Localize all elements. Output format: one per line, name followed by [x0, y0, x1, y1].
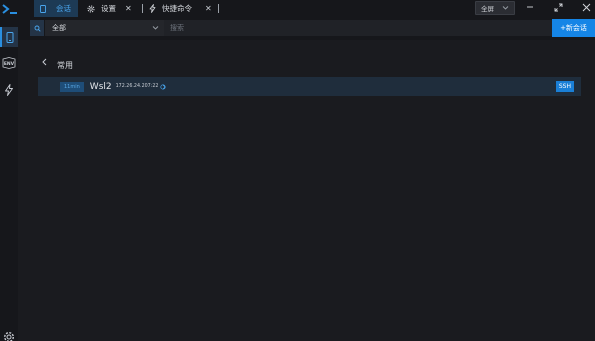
chevron-down-icon — [502, 6, 509, 10]
tab-label: 设置 — [101, 4, 116, 13]
sidebar-sessions-button[interactable] — [0, 27, 18, 47]
tab-label: 快捷命令 — [162, 4, 192, 13]
activity-bar: ENV — [0, 0, 18, 341]
search-button[interactable] — [30, 20, 44, 36]
sidebar-commands-button[interactable] — [0, 80, 18, 100]
new-session-label: +新会话 — [560, 24, 587, 32]
tab-label: 会话 — [56, 4, 71, 13]
sidebar-settings-button[interactable] — [0, 327, 18, 341]
tab-divider — [142, 4, 143, 13]
title-bar: 会话 设置 ✕ 快捷命令 ✕ 全屏 — [18, 0, 595, 17]
session-row[interactable]: 11min Wsl2 172.26.24.207:22 SSH — [38, 77, 581, 96]
env-icon-label: ENV — [4, 61, 15, 67]
chevron-down-icon — [152, 26, 159, 30]
session-host: 172.26.24.207:22 — [115, 84, 159, 89]
lightning-icon — [149, 4, 156, 13]
close-icon — [582, 3, 590, 11]
gear-icon — [87, 5, 95, 13]
restore-icon — [554, 3, 562, 11]
chevron-left-icon — [42, 58, 47, 66]
search-icon — [34, 25, 41, 32]
new-session-button[interactable]: +新会话 — [552, 19, 595, 37]
tab-sessions[interactable]: 会话 — [34, 0, 78, 17]
gear-icon — [4, 332, 14, 341]
restore-button[interactable] — [551, 1, 565, 13]
env-icon: ENV — [2, 57, 16, 69]
tab-settings[interactable]: 设置 ✕ — [84, 0, 140, 17]
terminal-logo-icon — [2, 4, 17, 14]
search-input[interactable] — [164, 20, 564, 36]
close-icon[interactable]: ✕ — [125, 4, 132, 13]
sidebar-env-button[interactable]: ENV — [0, 53, 18, 73]
minimize-button[interactable] — [523, 1, 537, 13]
lightning-icon — [5, 84, 13, 96]
group-filter-select[interactable]: 全部 — [45, 20, 164, 36]
connection-status-icon — [160, 83, 167, 90]
session-toolbar: 全部 +新会话 — [18, 17, 595, 40]
tab-divider — [218, 4, 219, 13]
fullscreen-label: 全屏 — [481, 5, 494, 13]
minimize-icon — [527, 6, 533, 8]
fullscreen-select[interactable]: 全屏 — [475, 1, 515, 15]
phone-icon — [6, 31, 14, 43]
protocol-badge: SSH — [555, 81, 574, 92]
app-window: ENV 会话 设置 ✕ 快捷命令 ✕ 全屏 全部 搜索 +新会话 常用 11mi… — [0, 0, 595, 341]
collapse-group-button[interactable] — [41, 58, 48, 66]
group-filter-value: 全部 — [52, 24, 66, 32]
close-window-button[interactable] — [579, 1, 593, 13]
last-used-badge: 11min — [60, 81, 84, 92]
close-icon[interactable]: ✕ — [205, 4, 212, 13]
tab-quick-commands[interactable]: 快捷命令 ✕ — [146, 0, 216, 17]
session-list-panel: 常用 11min Wsl2 172.26.24.207:22 SSH — [26, 40, 595, 341]
session-name: Wsl2 — [89, 81, 112, 92]
group-title: 常用 — [57, 61, 73, 70]
phone-icon — [40, 4, 46, 13]
